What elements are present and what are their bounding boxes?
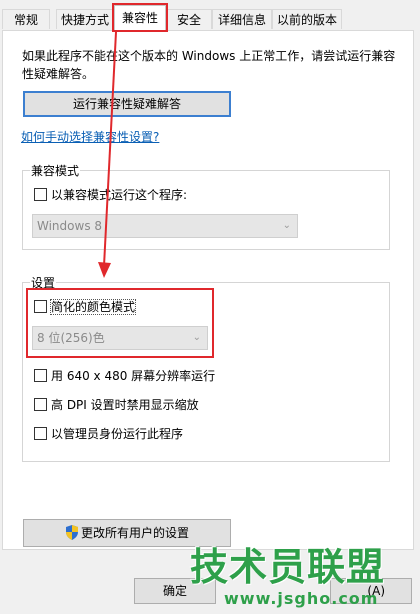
change-all-users-button[interactable]: 更改所有用户的设置 bbox=[23, 519, 231, 547]
annotation-arrow bbox=[98, 31, 117, 278]
tab-label: 详细信息 bbox=[217, 13, 266, 27]
tab-bar: 常规 快捷方式 兼容性 安全 详细信息 以前的版本 bbox=[0, 0, 420, 31]
tab-label: 以前的版本 bbox=[276, 13, 337, 27]
settings-title: 设置 bbox=[30, 274, 57, 291]
tab-shortcut[interactable]: 快捷方式 bbox=[56, 9, 114, 29]
high-dpi-checkbox[interactable]: 高 DPI 设置时禁用显示缩放 bbox=[34, 397, 199, 413]
checkbox-box bbox=[34, 369, 47, 382]
tab-general[interactable]: 常规 bbox=[2, 9, 50, 29]
tab-label: 常规 bbox=[13, 13, 38, 27]
uac-shield-icon bbox=[65, 525, 78, 540]
compat-mode-group bbox=[22, 170, 390, 250]
reduced-color-label: 简化的颜色模式 bbox=[49, 299, 137, 315]
description-text: 如果此程序不能在这个版本的 Windows 上正常工作，请尝试运行兼容性疑难解答… bbox=[22, 49, 396, 81]
apply-button[interactable]: (A) bbox=[330, 578, 412, 604]
change-all-users-label: 更改所有用户的设置 bbox=[80, 526, 189, 540]
reduced-color-checkbox[interactable]: 简化的颜色模式 bbox=[34, 299, 137, 315]
color-depth-select[interactable]: 8 位(256)色 ⌄ bbox=[32, 326, 208, 350]
checkbox-box bbox=[34, 300, 47, 313]
compat-os-select[interactable]: Windows 8 ⌄ bbox=[32, 214, 298, 238]
checkbox-box bbox=[34, 398, 47, 411]
chevron-down-icon: ⌄ bbox=[282, 220, 291, 231]
tab-label: 安全 bbox=[176, 13, 201, 27]
tab-security[interactable]: 安全 bbox=[166, 9, 212, 29]
run-as-admin-checkbox[interactable]: 以管理员身份运行此程序 bbox=[34, 426, 183, 442]
checkbox-box bbox=[34, 188, 47, 201]
tab-label: 快捷方式 bbox=[60, 13, 109, 27]
ok-button[interactable]: 确定 bbox=[134, 578, 216, 604]
run-as-admin-label: 以管理员身份运行此程序 bbox=[51, 427, 184, 441]
checkbox-box bbox=[34, 427, 47, 440]
tab-details[interactable]: 详细信息 bbox=[212, 9, 272, 29]
tab-label: 兼容性 bbox=[121, 11, 158, 25]
tab-compatibility[interactable]: 兼容性 bbox=[114, 5, 166, 31]
resolution-640-checkbox[interactable]: 用 640 x 480 屏幕分辨率运行 bbox=[34, 368, 215, 384]
compat-mode-title: 兼容模式 bbox=[30, 162, 81, 179]
tab-previous-versions[interactable]: 以前的版本 bbox=[272, 9, 342, 29]
resolution-640-label: 用 640 x 480 屏幕分辨率运行 bbox=[51, 369, 216, 383]
color-depth-value: 8 位(256)色 bbox=[37, 331, 105, 345]
chevron-down-icon: ⌄ bbox=[192, 332, 201, 343]
high-dpi-label: 高 DPI 设置时禁用显示缩放 bbox=[51, 398, 199, 412]
